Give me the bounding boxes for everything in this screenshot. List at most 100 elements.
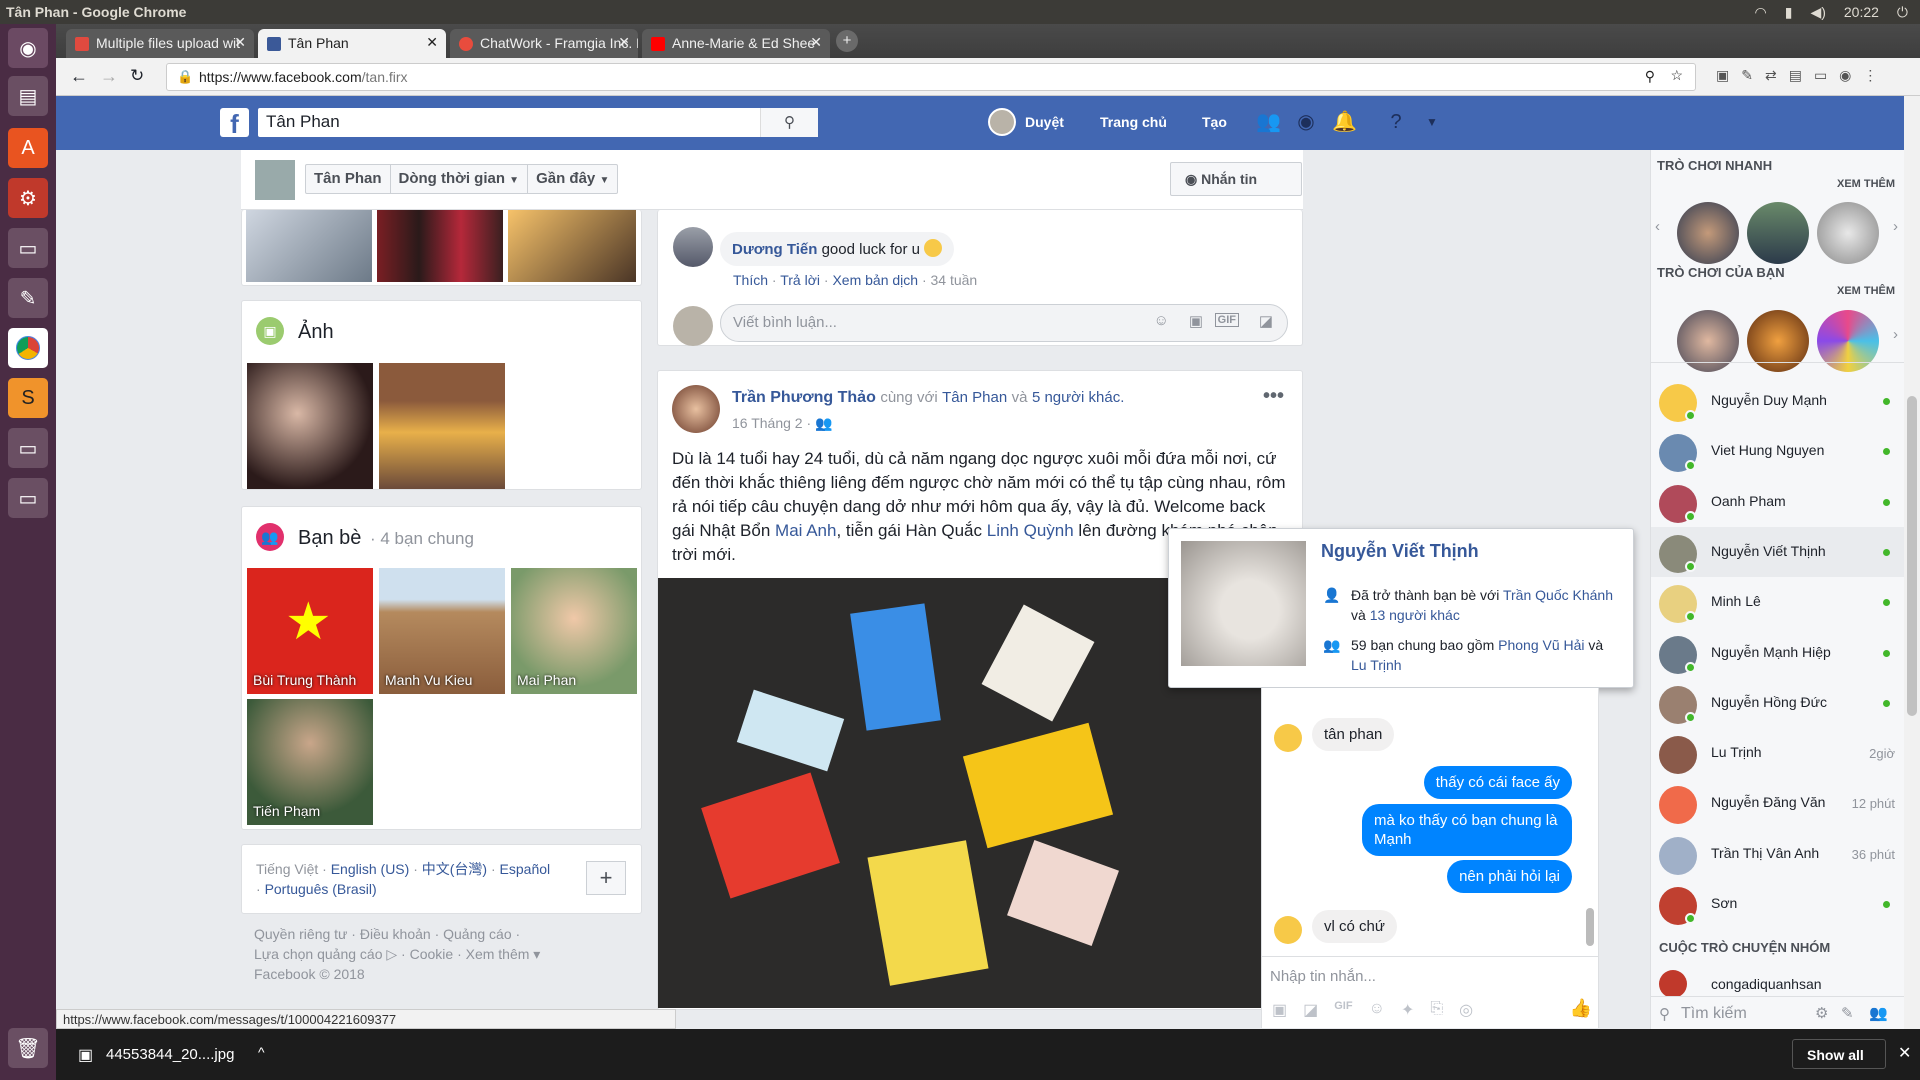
message-button[interactable]: ◉ Nhắn tin xyxy=(1170,162,1302,196)
close-icon[interactable]: ✕ xyxy=(1898,1043,1911,1063)
zoom-icon[interactable]: ⚲ xyxy=(1645,68,1655,85)
language-portuguese[interactable]: Português (Brasil) xyxy=(265,881,377,897)
power-icon[interactable]: ⏻ xyxy=(1897,4,1908,21)
contact-row[interactable]: Nguyễn Hồng Đức xyxy=(1651,678,1905,728)
mutual-friends-count[interactable]: · 4 bạn chung xyxy=(370,529,474,549)
game-thumbnail[interactable] xyxy=(1677,202,1739,264)
show-all-button[interactable]: Show all xyxy=(1792,1039,1886,1069)
post-author-avatar[interactable] xyxy=(672,385,720,433)
friend-tile[interactable]: Tiến Phạm xyxy=(247,699,373,825)
messenger-icon[interactable]: ◉ xyxy=(1294,110,1318,134)
photo-thumbnail[interactable] xyxy=(379,363,505,489)
post-author[interactable]: Trần Phương Thảo xyxy=(732,389,876,406)
nav-home[interactable]: Trang chủ xyxy=(1100,114,1167,130)
sublime-text-icon[interactable]: S xyxy=(8,378,48,418)
quick-games-see-all[interactable]: XEM THÊM xyxy=(1837,178,1895,190)
comment-time[interactable]: · 34 tuần xyxy=(922,272,977,288)
volume-icon[interactable]: ◀) xyxy=(1810,4,1825,21)
sidebar-search-input[interactable]: Tìm kiếm xyxy=(1681,1005,1747,1023)
nav-create[interactable]: Tạo xyxy=(1202,114,1227,130)
close-icon[interactable]: ✕ xyxy=(234,34,246,51)
bookmark-star-icon[interactable]: ☆ xyxy=(1670,67,1683,84)
contact-row[interactable]: Sơn xyxy=(1651,879,1905,929)
tab-youtube[interactable]: Anne-Marie & Ed Shee ✕ xyxy=(642,29,830,58)
close-icon[interactable]: ✕ xyxy=(426,34,438,51)
close-icon[interactable]: ✕ xyxy=(618,34,630,51)
profile-avatar[interactable] xyxy=(988,108,1016,136)
search-input[interactable]: Tân Phan xyxy=(258,108,818,137)
new-group-icon[interactable]: 👥 xyxy=(1869,1004,1888,1022)
hovercard-photo[interactable] xyxy=(1181,541,1306,666)
chat-input[interactable]: Nhập tin nhắn... xyxy=(1270,968,1376,985)
address-bar[interactable]: 🔒 https://www.facebook.com/tan.firx ⚲ ☆ xyxy=(166,63,1696,91)
sticker-icon[interactable]: ◪ xyxy=(1303,1000,1318,1020)
chat-scrollbar[interactable] xyxy=(1586,908,1594,946)
translate-link[interactable]: Xem bản dịch xyxy=(832,272,918,288)
friend-name[interactable]: Mai Phan xyxy=(517,672,576,688)
account-menu-icon[interactable]: ▼ xyxy=(1420,110,1444,134)
chevron-up-icon[interactable]: ^ xyxy=(258,1044,265,1060)
new-message-icon[interactable]: ✎ xyxy=(1841,1004,1854,1022)
tab-chatwork[interactable]: ChatWork - Framgia Inc. M ✕ xyxy=(450,29,638,58)
hovercard-mutual-link[interactable]: Phong Vũ Hải xyxy=(1498,637,1584,653)
photo-thumbnail[interactable] xyxy=(508,210,636,282)
friend-tile[interactable]: Manh Vu Kieu xyxy=(379,568,505,694)
comment-reply-link[interactable]: Trả lời xyxy=(780,272,820,288)
contact-row[interactable]: Nguyễn Đăng Văn 12 phút xyxy=(1651,778,1905,828)
contact-row[interactable]: Minh Lê xyxy=(1651,577,1905,627)
mention-linh-quynh[interactable]: Linh Quỳnh xyxy=(987,521,1074,540)
profile-name-tab[interactable]: Tân Phan xyxy=(306,165,391,193)
footer-more-links[interactable]: · Cookie · Xem thêm ▾ xyxy=(401,946,540,962)
drive-icon-2[interactable]: ▭ xyxy=(8,428,48,468)
like-thumb-icon[interactable]: 👍 xyxy=(1570,998,1592,1019)
group-chat-name[interactable]: congadiquanhsan xyxy=(1711,976,1822,992)
hovercard-name[interactable]: Nguyễn Viết Thịnh xyxy=(1321,541,1479,562)
camera-icon[interactable]: ▣ xyxy=(1189,312,1203,330)
emoji-icon[interactable]: ☺ xyxy=(1369,1000,1385,1020)
clock[interactable]: 20:22 xyxy=(1844,4,1879,21)
gif-icon[interactable]: GIF xyxy=(1334,1000,1352,1020)
search-button[interactable]: ⚲ xyxy=(760,108,818,137)
friends-title[interactable]: Bạn bè xyxy=(298,527,361,550)
recent-dropdown[interactable]: Gần đây ▼ xyxy=(528,165,617,193)
help-icon[interactable]: ? xyxy=(1384,110,1408,134)
close-icon[interactable]: ✕ xyxy=(810,34,822,51)
contact-row[interactable]: Viet Hung Nguyen xyxy=(1651,426,1905,476)
friend-name[interactable]: Manh Vu Kieu xyxy=(385,672,472,688)
timeline-dropdown[interactable]: Dòng thời gian ▼ xyxy=(391,165,529,193)
page-info-icon[interactable]: 🔒 xyxy=(177,69,193,85)
ubuntu-icon[interactable]: ◉ xyxy=(8,28,48,68)
mention-mai-anh[interactable]: Mai Anh xyxy=(775,521,836,540)
add-language-button[interactable]: + xyxy=(586,861,626,895)
friend-name[interactable]: Bùi Trung Thành xyxy=(253,672,356,688)
tagged-person[interactable]: Tân Phan xyxy=(942,389,1007,406)
forward-icon[interactable]: → xyxy=(100,66,118,87)
tab-tan-phan[interactable]: Tân Phan ✕ xyxy=(258,29,446,58)
friend-requests-icon[interactable]: 👥 xyxy=(1256,110,1281,134)
hovercard-friend-link[interactable]: Trần Quốc Khánh xyxy=(1503,587,1613,603)
language-chinese[interactable]: 中文(台灣) xyxy=(422,861,487,877)
profile-avatar-icon[interactable]: ◉ xyxy=(1839,67,1851,84)
game-thumbnail[interactable] xyxy=(1747,202,1809,264)
attach-icon[interactable]: ⎘ xyxy=(1430,1000,1443,1020)
extension-icon-4[interactable]: ▤ xyxy=(1789,67,1802,84)
settings-icon[interactable]: ⚙ xyxy=(8,178,48,218)
comment-author[interactable]: Dương Tiến xyxy=(732,241,817,258)
chevron-right-icon[interactable]: › xyxy=(1893,218,1898,235)
image-icon[interactable]: ▣ xyxy=(1272,1000,1287,1020)
game-icon[interactable]: ✦ xyxy=(1401,1000,1414,1020)
reload-icon[interactable]: ↻ xyxy=(130,66,144,86)
extension-icon-2[interactable]: ✎ xyxy=(1741,67,1753,84)
photos-title[interactable]: Ảnh xyxy=(298,321,334,344)
language-spanish[interactable]: Español xyxy=(500,861,551,877)
photo-thumbnail[interactable] xyxy=(246,210,372,282)
photo-thumbnail[interactable] xyxy=(377,210,503,282)
profile-thumbnail[interactable] xyxy=(255,160,295,200)
facebook-logo-icon[interactable]: f xyxy=(220,108,249,139)
menu-icon[interactable]: ⋮ xyxy=(1863,67,1877,84)
friend-name[interactable]: Tiến Phạm xyxy=(253,803,320,819)
camera-icon[interactable]: ◎ xyxy=(1459,1000,1473,1020)
files-icon[interactable]: ▤ xyxy=(8,76,48,116)
ad-choices-link[interactable]: Lựa chọn quảng cáo xyxy=(254,946,382,962)
hovercard-mutual-link-2[interactable]: Lu Trịnh xyxy=(1351,657,1402,673)
